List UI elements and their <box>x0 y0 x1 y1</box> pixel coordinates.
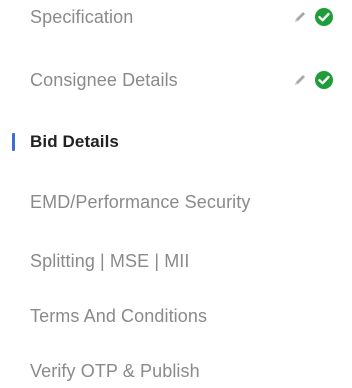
active-step-marker <box>12 133 15 151</box>
step-specification[interactable]: Specification <box>0 0 352 45</box>
step-consignee-details[interactable]: Consignee Details <box>0 52 352 108</box>
step-label: Consignee Details <box>30 69 178 90</box>
step-label: Bid Details <box>30 132 119 151</box>
step-splitting-mse-mii[interactable]: Splitting | MSE | MII <box>0 233 352 289</box>
step-label: Terms And Conditions <box>30 305 208 326</box>
check-circle-icon <box>314 70 334 90</box>
wizard-steps-nav: Specification Consignee Details Bid Deta… <box>0 0 352 388</box>
pencil-icon[interactable] <box>292 9 308 25</box>
step-bid-details[interactable]: Bid Details <box>0 114 352 170</box>
step-label: Splitting | MSE | MII <box>30 250 190 271</box>
step-label: Specification <box>30 6 134 27</box>
step-label: Verify OTP & Publish <box>30 360 200 381</box>
step-label: EMD/Performance Security <box>30 191 251 212</box>
check-circle-icon <box>314 7 334 27</box>
step-terms-and-conditions[interactable]: Terms And Conditions <box>0 288 352 344</box>
pencil-icon[interactable] <box>292 72 308 88</box>
step-verify-otp-publish[interactable]: Verify OTP & Publish <box>0 343 352 388</box>
step-emd-performance-security[interactable]: EMD/Performance Security <box>0 174 352 230</box>
